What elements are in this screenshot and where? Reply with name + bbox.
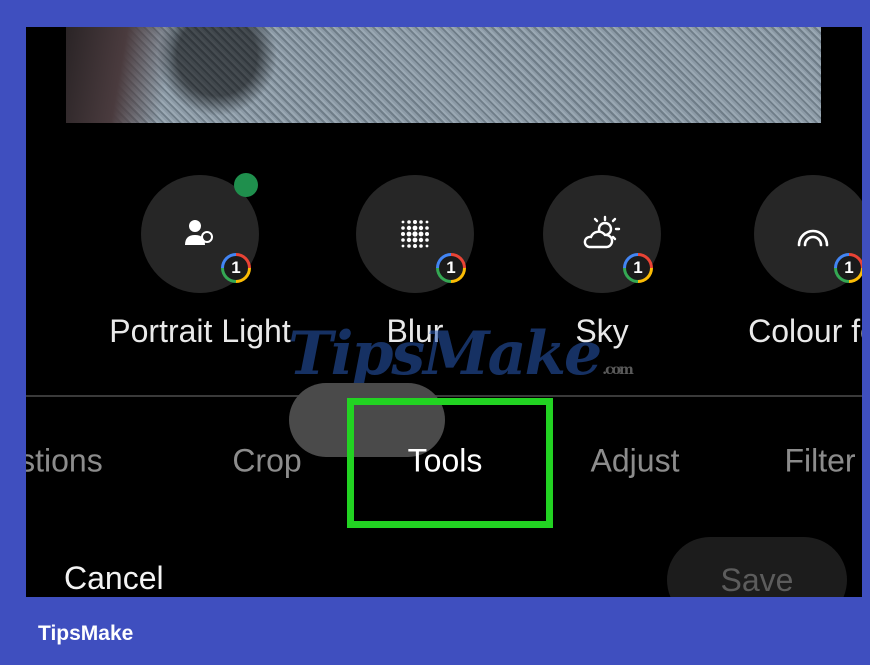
tab-filters[interactable]: Filter: [784, 443, 855, 480]
footer-brand: TipsMake: [38, 622, 134, 645]
badge-count: 1: [626, 256, 650, 280]
cancel-button[interactable]: Cancel: [64, 560, 164, 597]
badge-icon: 1: [834, 253, 862, 283]
colour-focus-icon: [797, 229, 829, 247]
badge-count: 1: [224, 256, 248, 280]
watermark-text: TipsMake: [288, 319, 602, 389]
photo-hair-region: [66, 27, 186, 123]
photo-preview: [66, 27, 821, 123]
badge-icon: 1: [221, 253, 251, 283]
badge-count: 1: [837, 256, 861, 280]
tab-suggestions[interactable]: estions: [26, 443, 103, 480]
badge-icon: 1: [623, 253, 653, 283]
tool-label: Portrait Light: [109, 313, 291, 349]
blur-icon: [401, 220, 429, 248]
sky-icon: [583, 215, 621, 249]
editor-frame: 1 Portrait Light 1 Blur 1 Sky 1 Colour f…: [26, 27, 862, 597]
watermark-suffix: .com: [602, 362, 634, 378]
new-indicator-dot: [234, 173, 258, 197]
tool-label: Colour fo: [748, 313, 862, 349]
portrait-light-icon: [185, 220, 213, 245]
save-button[interactable]: Save: [667, 537, 847, 597]
tab-adjust[interactable]: Adjust: [591, 443, 680, 480]
highlight-box: [347, 398, 553, 528]
divider: [26, 395, 862, 397]
badge-count: 1: [439, 256, 463, 280]
badge-icon: 1: [436, 253, 466, 283]
tab-crop[interactable]: Crop: [232, 443, 301, 480]
